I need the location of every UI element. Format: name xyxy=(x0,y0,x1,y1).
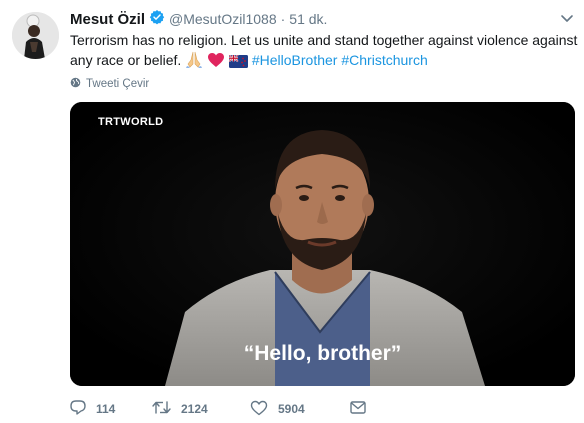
verified-icon xyxy=(145,9,165,30)
chevron-down-icon[interactable] xyxy=(560,11,574,25)
red-heart-icon xyxy=(207,52,225,73)
video-caption: “Hello, brother” xyxy=(243,342,402,365)
hashtag-hellobrother[interactable]: #HelloBrother xyxy=(252,52,338,68)
avatar[interactable] xyxy=(12,12,59,59)
reply-count: 114 xyxy=(96,402,116,416)
retweet-button[interactable]: 2124 xyxy=(152,400,230,418)
heart-icon xyxy=(250,400,278,419)
new-zealand-flag-icon xyxy=(228,53,248,73)
tweet-text: Terrorism has no religion. Let us unite … xyxy=(70,30,580,73)
tweet-header: Mesut Özil @MesutOzil1088 · 51 dk. xyxy=(70,9,327,29)
reply-button[interactable]: 114 xyxy=(70,400,132,418)
hashtag-christchurch[interactable]: #Christchurch xyxy=(341,52,427,68)
author-handle[interactable]: @MesutOzil1088 xyxy=(169,11,277,27)
like-count: 5904 xyxy=(278,402,305,416)
globe-icon xyxy=(70,77,86,91)
retweet-count: 2124 xyxy=(181,402,208,416)
translate-tweet-link[interactable]: Tweeti Çevir xyxy=(70,77,149,91)
reply-icon xyxy=(70,400,96,418)
trtworld-logo: TRTWORLD xyxy=(98,116,164,128)
folded-hands-icon xyxy=(185,51,203,73)
tweet[interactable]: Mesut Özil @MesutOzil1088 · 51 dk. Terro… xyxy=(0,0,584,423)
author-name[interactable]: Mesut Özil xyxy=(70,11,145,28)
video-player[interactable]: TRTWORLD “Hello, brother” xyxy=(70,102,575,386)
envelope-icon xyxy=(350,401,376,417)
separator-dot: · xyxy=(280,11,286,27)
direct-message-button[interactable] xyxy=(350,401,376,417)
retweet-icon xyxy=(152,400,181,418)
like-button[interactable]: 5904 xyxy=(250,400,330,419)
translate-label: Tweeti Çevir xyxy=(86,78,150,90)
tweet-actions: 114 2124 5904 xyxy=(70,398,396,420)
tweet-timestamp[interactable]: 51 dk. xyxy=(289,11,327,27)
